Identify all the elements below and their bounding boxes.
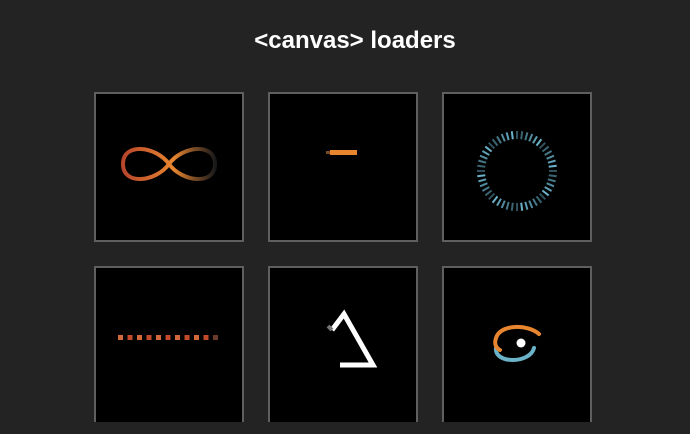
dots-row-loader-icon bbox=[118, 335, 218, 340]
ring-loader-icon bbox=[477, 131, 557, 211]
loader-tile-triangle[interactable] bbox=[268, 266, 418, 422]
infinity-loader-icon bbox=[120, 147, 218, 181]
dash-loader-icon bbox=[326, 150, 357, 155]
loader-tile-infinity[interactable] bbox=[94, 92, 244, 242]
loader-tile-dash[interactable] bbox=[268, 92, 418, 242]
triangle-loader-icon bbox=[326, 309, 378, 368]
loader-tile-dots-row[interactable] bbox=[94, 266, 244, 422]
loader-grid bbox=[94, 92, 598, 422]
loader-tile-ring[interactable] bbox=[442, 92, 592, 242]
loader-tile-orbit[interactable] bbox=[442, 266, 592, 422]
orbit-loader-icon bbox=[493, 325, 541, 362]
page-title: <canvas> loaders bbox=[254, 27, 456, 54]
